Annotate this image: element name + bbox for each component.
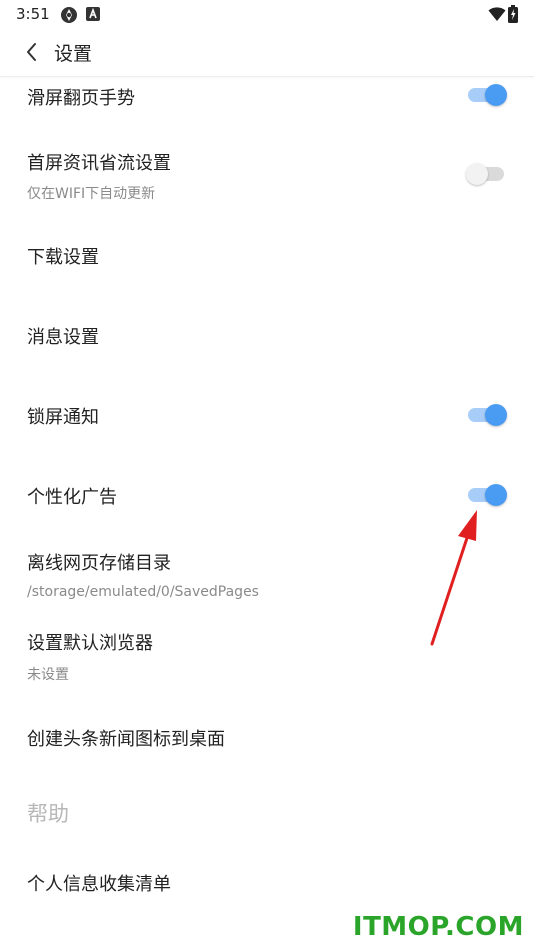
setting-label: 滑屏翻页手势 <box>27 88 135 109</box>
swipe-gesture-toggle[interactable] <box>466 83 508 107</box>
setting-label: 首屏资讯省流设置 <box>27 153 171 174</box>
data-saver-toggle[interactable] <box>466 162 508 186</box>
page-title: 设置 <box>54 43 93 65</box>
wifi-icon <box>488 6 506 26</box>
setting-message[interactable]: 消息设置 <box>0 310 534 360</box>
status-time: 3:51 <box>16 5 50 23</box>
battery-charging-icon <box>508 5 518 27</box>
setting-label: 消息设置 <box>27 327 99 348</box>
status-bar: 3:51 <box>0 0 534 30</box>
setting-create-shortcut[interactable]: 创建头条新闻图标到桌面 <box>0 715 534 765</box>
setting-label: 锁屏通知 <box>27 407 99 428</box>
setting-label: 创建头条新闻图标到桌面 <box>27 729 225 750</box>
app-notification-icon <box>60 6 78 28</box>
a-badge-icon <box>86 7 100 25</box>
help-section-header: 帮助 <box>0 795 534 835</box>
setting-label: 个人信息收集清单 <box>27 874 171 895</box>
section-title: 帮助 <box>27 802 69 826</box>
setting-download[interactable]: 下载设置 <box>0 230 534 280</box>
setting-homepage-data-saver[interactable]: 首屏资讯省流设置 仅在WIFI下自动更新 <box>0 140 534 210</box>
back-button[interactable] <box>22 40 42 64</box>
setting-sublabel: 未设置 <box>27 667 69 683</box>
lockscreen-notification-toggle[interactable] <box>466 403 508 427</box>
setting-swipe-page-gesture[interactable]: 滑屏翻页手势 <box>0 80 534 120</box>
setting-sublabel: 仅在WIFI下自动更新 <box>27 186 156 202</box>
annotation-arrow-icon <box>430 510 477 646</box>
setting-sublabel: /storage/emulated/0/SavedPages <box>27 584 259 600</box>
setting-label: 下载设置 <box>27 247 99 268</box>
setting-lockscreen-notification[interactable]: 锁屏通知 <box>0 390 534 440</box>
personalized-ads-toggle[interactable] <box>466 483 508 507</box>
app-bar: 设置 <box>0 30 534 77</box>
setting-label: 离线网页存储目录 <box>27 553 171 574</box>
setting-personal-info-list[interactable]: 个人信息收集清单 <box>0 862 534 906</box>
setting-label: 设置默认浏览器 <box>27 633 153 654</box>
setting-label: 个性化广告 <box>27 487 117 508</box>
watermark-logo: ITMOP.COM <box>352 912 524 942</box>
chevron-left-icon <box>27 43 36 61</box>
